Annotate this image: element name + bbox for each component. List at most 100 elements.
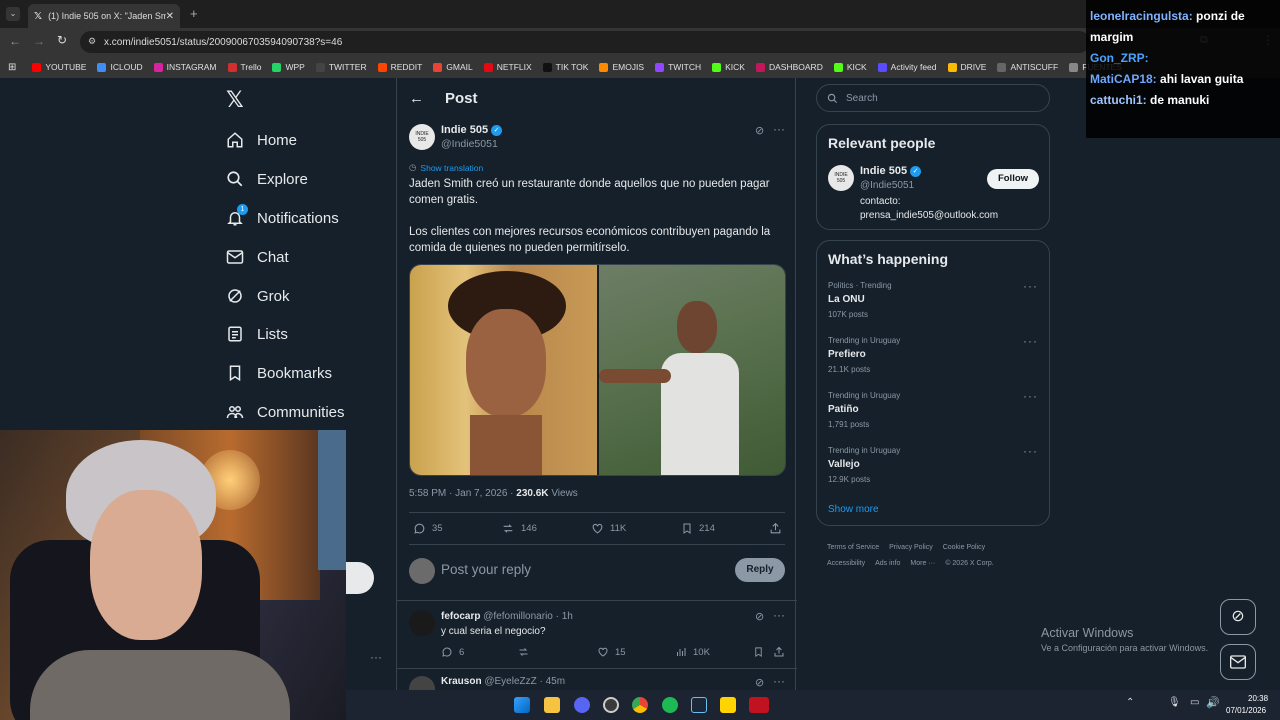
reply-repost-button[interactable] [517,646,536,658]
media-photo-right[interactable] [599,265,785,475]
share-button[interactable] [769,522,788,535]
reply-grok-icon[interactable]: ⊘ [755,676,764,689]
reply-author-handle[interactable]: @fefomillonario · 1h [483,611,573,622]
person-avatar[interactable]: INDIE 505 [828,165,854,191]
reply-views-button[interactable]: 10K [675,646,710,658]
trend-item[interactable]: Trending in Uruguay Prefiero 21.1K posts ··… [828,334,1038,374]
back-icon[interactable]: ← [9,34,21,48]
nav-item-communities[interactable]: Communities [226,400,345,424]
steam-icon[interactable] [691,697,707,713]
tray-chevron-icon[interactable]: ⌃ [1126,697,1134,708]
stream-app-icon[interactable] [749,697,769,713]
bookmark-reddit[interactable]: REDDIT [377,62,422,72]
back-arrow-icon[interactable]: ← [409,90,424,107]
follow-button[interactable]: Follow [987,169,1039,189]
tab-close-icon[interactable]: ✕ [166,11,174,22]
person-handle[interactable]: @Indie5051 [860,180,914,191]
trend-more-icon[interactable]: ··· [1023,389,1038,403]
reply-input[interactable]: Post your reply [441,562,531,577]
more-options-icon[interactable]: ··· [773,122,785,136]
bookmark-dashboard[interactable]: DASHBOARD [755,62,823,72]
footer-link[interactable]: Cookie Policy [943,544,985,551]
trend-more-icon[interactable]: ··· [1023,334,1038,348]
tray-mic-icon[interactable]: 🎙 [1168,697,1181,708]
reload-icon[interactable]: ↻ [57,33,67,47]
footer-link[interactable]: Ads info [875,560,900,567]
trend-more-icon[interactable]: ··· [1023,444,1038,458]
bookmark-trello[interactable]: Trello [227,62,261,72]
footer-link[interactable]: Terms of Service [827,544,879,551]
tab-list-chevron-icon[interactable]: ⌄ [6,7,20,21]
bookmark-drive[interactable]: DRIVE [947,62,986,72]
account-more-icon[interactable]: ··· [370,650,382,664]
author-name[interactable]: Indie 505 [441,124,488,136]
grok-pill-partial[interactable] [346,562,374,594]
trend-more-icon[interactable]: ··· [1023,279,1038,293]
sticky-notes-icon[interactable] [720,697,736,713]
reply-reply-button[interactable]: 6 [441,646,464,658]
bookmark-gmail[interactable]: GMAIL [433,62,473,72]
clock-date[interactable]: 07/01/2026 [1226,706,1266,715]
reply-share-button[interactable] [773,646,791,658]
bookmark-emojis[interactable]: EMOJIS [599,62,644,72]
bookmark-kick[interactable]: KICK [833,62,867,72]
nav-item-notifications[interactable]: 1 Notifications [226,204,339,230]
nav-item-lists[interactable]: Lists [226,322,288,346]
reply-bookmark-button[interactable] [753,646,770,658]
nav-item-home[interactable]: Home [226,128,297,152]
bookmark-antiscuff[interactable]: ANTISCUFF [997,62,1058,72]
windows-start-icon[interactable] [514,697,530,713]
reply-author-handle[interactable]: @EyeleZzZ · 45m [484,676,565,687]
footer-link[interactable]: Privacy Policy [889,544,933,551]
url-field[interactable]: ⚙ x.com/indie5051/status/200900670359409… [80,31,1090,53]
reply-author-name[interactable]: Krauson [441,676,482,687]
nav-item-bookmarks[interactable]: Bookmarks [226,361,332,385]
show-more-link[interactable]: Show more [828,504,879,515]
reply-more-icon[interactable]: ··· [773,674,785,688]
site-info-icon[interactable]: ⚙ [88,36,96,47]
new-tab-icon[interactable]: + [190,6,198,21]
like-button[interactable]: 11K [591,522,626,535]
trend-item[interactable]: Trending in Uruguay Patiño 1,791 posts ··· [828,389,1038,429]
person-name[interactable]: Indie 505 [860,165,907,177]
bookmark-kick[interactable]: KICK [712,62,745,72]
bookmark-twitter[interactable]: TWITTER [315,62,367,72]
nav-item-explore[interactable]: Explore [226,167,308,191]
reply-avatar[interactable] [409,676,435,690]
bookmark-button[interactable]: 214 [681,522,715,535]
forward-icon[interactable]: → [33,34,45,48]
reply-submit-button[interactable]: Reply [735,558,785,582]
nav-item-chat[interactable]: Chat [226,245,289,269]
reply-button[interactable]: 35 [413,522,443,535]
bookmark-youtube[interactable]: YOUTUBE [32,62,86,72]
file-explorer-icon[interactable] [544,697,560,713]
footer-link[interactable]: Accessibility [827,560,865,567]
tray-volume-icon[interactable]: 🔊 [1206,696,1220,709]
spotify-icon[interactable] [662,697,678,713]
clock-time[interactable]: 20:38 [1248,694,1268,703]
media-photo-left[interactable] [410,265,597,475]
bookmark-twitch[interactable]: TWITCH [655,62,701,72]
bookmark-netflix[interactable]: NETFLIX [483,62,532,72]
author-handle[interactable]: @Indie5051 [441,138,498,150]
reply-more-icon[interactable]: ··· [773,608,785,622]
search-box[interactable]: Search [816,84,1050,112]
grok-float-button[interactable]: ⊘ [1220,599,1256,635]
footer-link[interactable]: More ··· [910,560,935,567]
post-time[interactable]: 5:58 PM · Jan 7, 2026 · [409,488,516,499]
post-media[interactable] [409,264,786,476]
my-avatar[interactable] [409,558,435,584]
x-logo-icon[interactable]: 𝕏 [226,87,244,113]
repost-button[interactable]: 146 [501,522,537,535]
tray-network-icon[interactable]: ▭ [1190,697,1199,708]
author-avatar[interactable]: INDIE 505 [409,124,435,150]
trend-item[interactable]: Politics · Trending La ONU 107K posts ··· [828,279,1038,319]
reply-avatar[interactable] [409,610,435,636]
browser-tab[interactable]: 𝕏 (1) Indie 505 on X: "Jaden Smith ✕ [28,4,180,28]
show-translation-link[interactable]: ◷ Show translation [409,162,483,173]
bookmark-icloud[interactable]: ICLOUD [97,62,143,72]
nav-item-grok[interactable]: Grok [226,284,290,308]
trend-item[interactable]: Trending in Uruguay Vallejo 12.9K posts ··· [828,444,1038,484]
discord-icon[interactable] [574,697,590,713]
reply-author-name[interactable]: fefocarp [441,611,480,622]
